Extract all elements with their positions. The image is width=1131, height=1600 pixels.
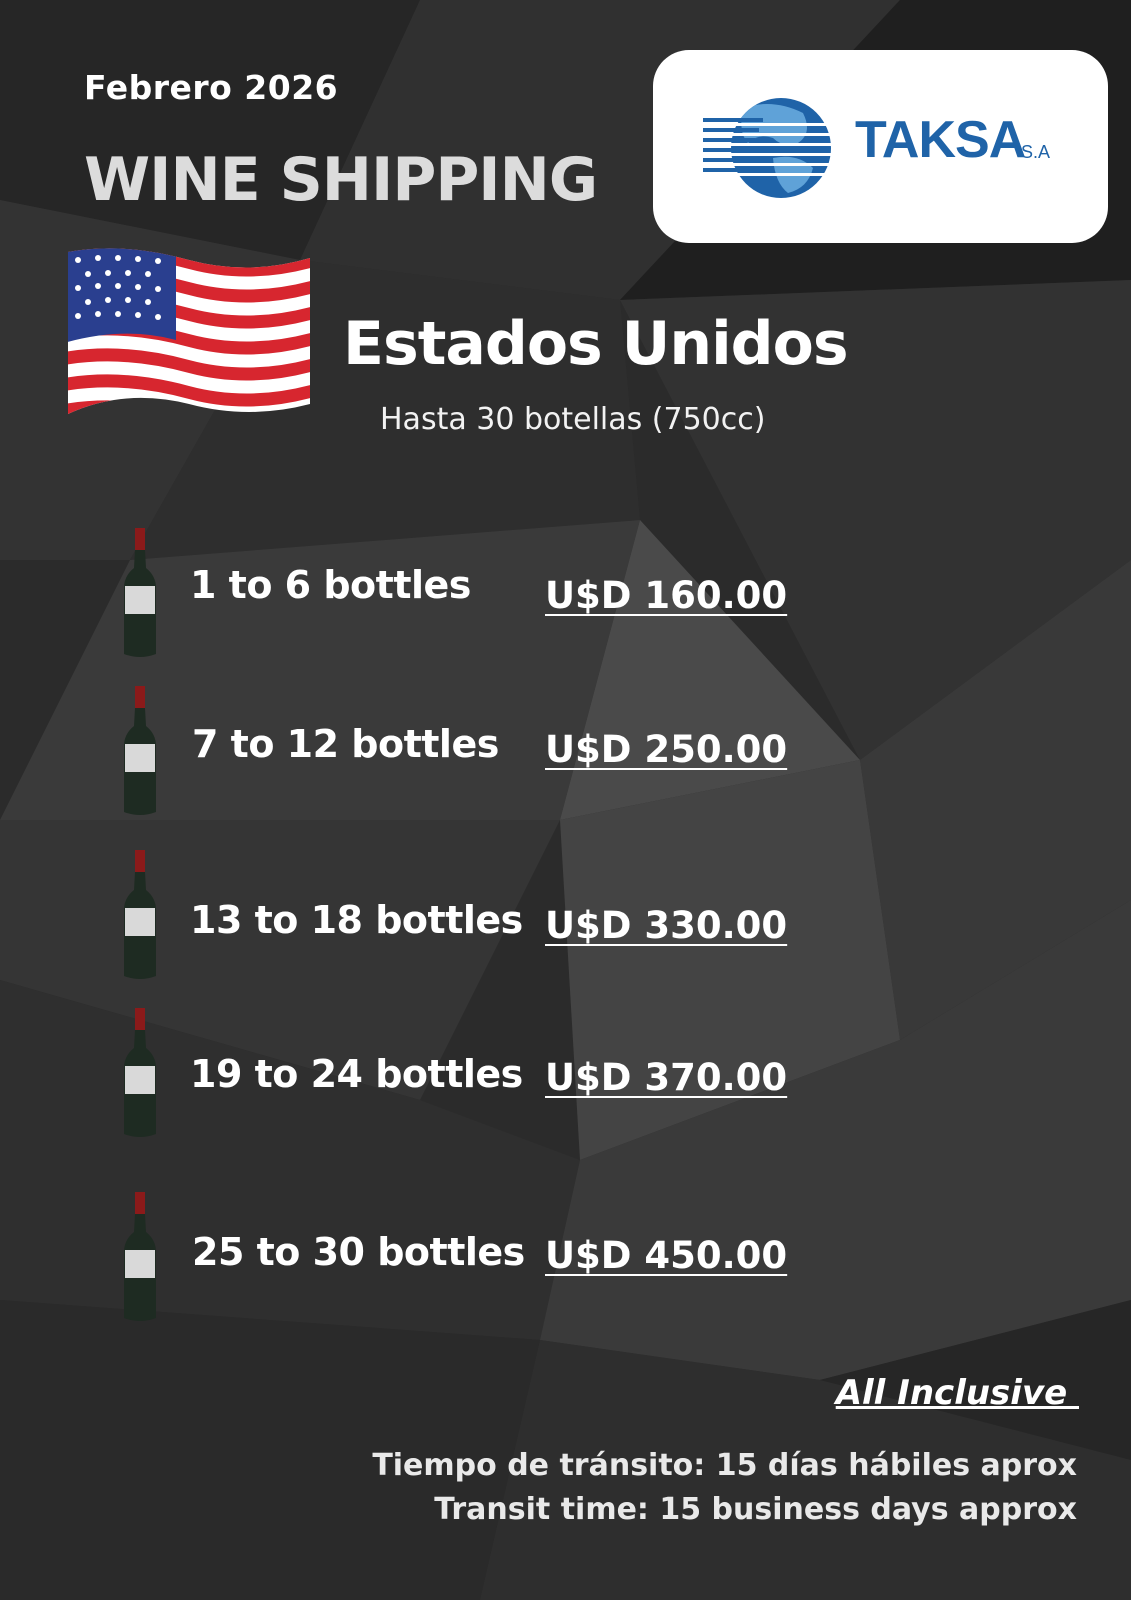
- flyer: Febrero 2026 WINE SHIPPING TAKSA S.A Est…: [0, 0, 1131, 1600]
- rate-label: 19 to 24 bottles: [190, 1052, 523, 1096]
- wine-bottle-icon: [124, 1008, 156, 1137]
- logo-card: TAKSA S.A: [653, 50, 1108, 243]
- page-title: WINE SHIPPING: [84, 145, 598, 215]
- rate-label: 13 to 18 bottles: [190, 898, 523, 942]
- brand-name: TAKSA: [855, 111, 1026, 169]
- us-flag-icon: [68, 248, 310, 414]
- rate-price: U$D 250.00: [545, 728, 788, 771]
- country-title: Estados Unidos: [343, 309, 849, 379]
- wine-bottle-icon: [124, 686, 156, 815]
- rate-label: 1 to 6 bottles: [190, 563, 471, 607]
- wine-bottle-icon: [124, 1192, 156, 1321]
- date-label: Febrero 2026: [84, 68, 339, 107]
- rate-price: U$D 160.00: [545, 574, 788, 617]
- rate-price: U$D 330.00: [545, 904, 788, 947]
- transit-time-es: Tiempo de tránsito: 15 días hábiles apro…: [372, 1448, 1077, 1483]
- wine-bottle-icon: [124, 850, 156, 979]
- rate-price: U$D 370.00: [545, 1056, 788, 1099]
- brand-suffix: S.A: [1021, 142, 1051, 162]
- rate-label: 7 to 12 bottles: [192, 722, 499, 766]
- globe-icon: [703, 98, 841, 198]
- wine-bottle-icon: [124, 528, 156, 657]
- transit-time-en: Transit time: 15 business days approx: [434, 1492, 1077, 1527]
- all-inclusive-note: All Inclusive: [835, 1373, 1079, 1413]
- rate-label: 25 to 30 bottles: [192, 1230, 525, 1274]
- rate-price: U$D 450.00: [545, 1234, 788, 1277]
- bottle-limit-subtitle: Hasta 30 botellas (750cc): [380, 402, 766, 437]
